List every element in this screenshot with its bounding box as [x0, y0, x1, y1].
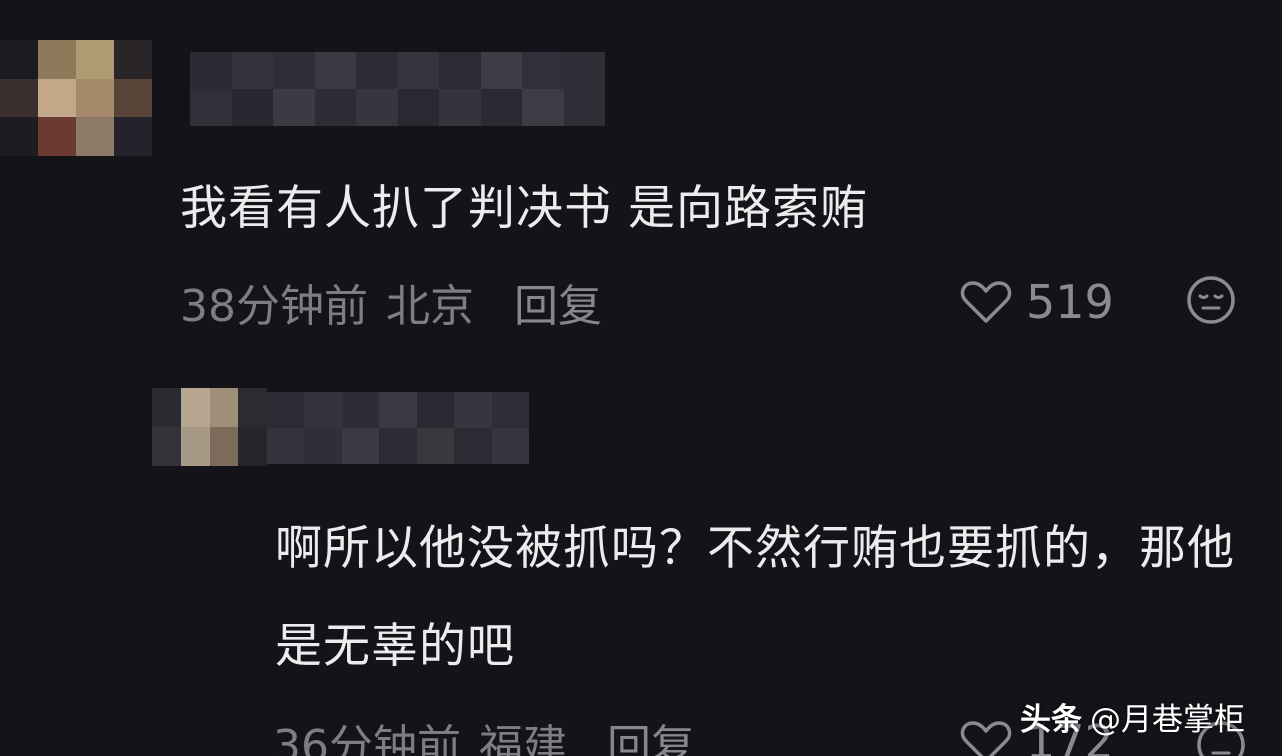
comment-text: 我看有人扒了判决书 是向路索贿	[180, 181, 868, 236]
comment-text: 啊所以他没被抓吗？不然行贿也要抓的，那他是无辜的吧	[275, 521, 1235, 674]
comment-meta: 38分钟前 北京 回复	[180, 272, 602, 332]
username[interactable]	[190, 52, 605, 126]
heart-outline-icon	[960, 281, 1012, 323]
comment-feed: 我看有人扒了判决书 是向路索贿 38分钟前 北京 回复 519 啊所以他没被抓吗…	[0, 0, 1282, 756]
reply-button[interactable]: 回复	[514, 270, 602, 334]
heart-outline-icon	[960, 721, 1012, 756]
neutral-face-icon[interactable]	[1186, 275, 1236, 325]
watermark: 头条 @月巷掌柜	[1020, 694, 1245, 739]
watermark-brand: 头条	[1020, 702, 1082, 738]
comment-meta: 36分钟前 福建 回复	[273, 712, 695, 756]
comment-location: 福建	[479, 721, 567, 756]
like-button[interactable]: 519	[960, 272, 1114, 332]
comment-time: 38分钟前	[180, 281, 368, 332]
username[interactable]	[267, 392, 529, 464]
comment-time: 36分钟前	[273, 721, 461, 756]
avatar[interactable]	[152, 388, 267, 466]
like-count: 519	[1026, 275, 1114, 329]
watermark-account: @月巷掌柜	[1090, 702, 1245, 738]
reply-button[interactable]: 回复	[607, 710, 695, 756]
avatar[interactable]	[0, 40, 152, 156]
comment-location: 北京	[386, 281, 474, 332]
